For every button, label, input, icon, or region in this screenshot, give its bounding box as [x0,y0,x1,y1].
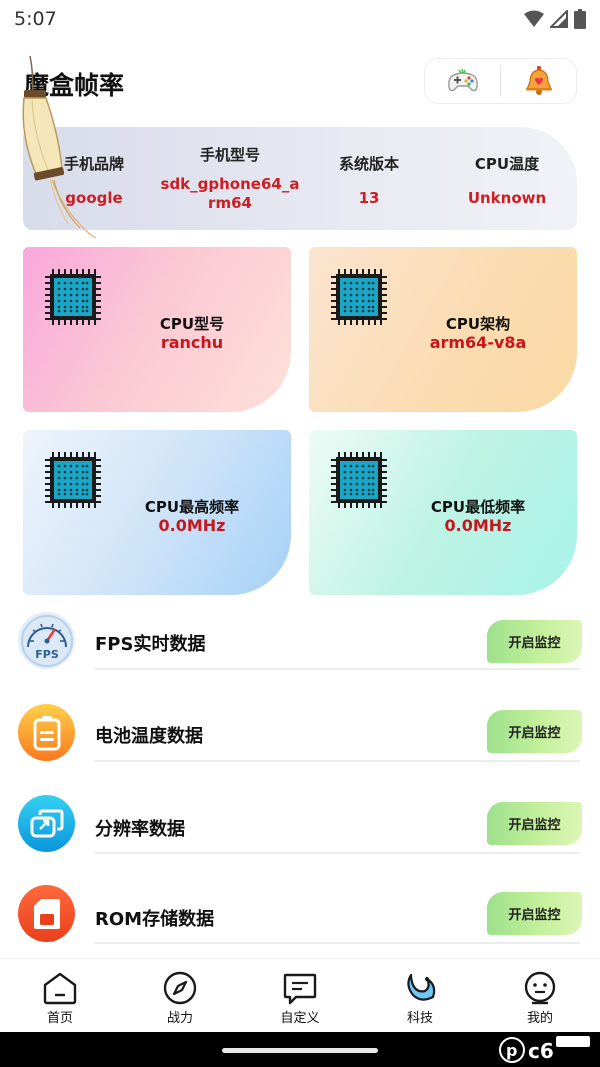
svg-text:p: p [506,1041,517,1060]
lantern-decoration [22,56,97,239]
os-version-info: 系统版本 13 [323,127,415,208]
resolution-title: 分辨率数据 [95,819,185,840]
cpu-min-freq-label: CPU最低频率 [430,498,526,516]
gamepad-icon [447,68,478,92]
header-actions [424,58,577,104]
nav-label-tech: 科技 [406,1011,433,1026]
row-divider [95,852,580,854]
battery-icon [18,704,75,761]
cpu-arch-label: CPU架构 [445,315,511,333]
profile-icon [524,971,556,1005]
home-icon [43,972,77,1005]
cpu-max-freq-label: CPU最高频率 [144,498,240,516]
compass-icon [163,971,197,1005]
cpu-arch-value: arm64-v8a [429,333,527,352]
rom-title: ROM存储数据 [95,909,215,930]
fps-gauge-icon: FPS [18,612,75,669]
gamepad-button[interactable] [425,59,500,103]
row-divider [95,668,580,670]
row-divider [95,942,580,944]
nav-label-home: 首页 [46,1011,73,1026]
battery-title: 电池温度数据 [95,726,203,747]
svg-text:c6: c6 [528,1039,554,1063]
monitor-row-fps: FPS FPS实时数据 开启监控 [0,596,600,686]
model-info: 手机型号 sdk_gphone64_arm64 [159,127,301,213]
nav-item-mine[interactable]: 我的 [480,959,600,1032]
wifi-icon [524,10,544,27]
cpu-model-card: CPU型号 ranchu [23,247,291,412]
monitor-row-battery: 电池温度数据 开启监控 [0,686,600,776]
bell-icon [525,66,552,95]
cpu-model-label: CPU型号 [159,315,225,333]
rom-monitor-button[interactable]: 开启监控 [487,892,582,935]
cpu-temp-value: Unknown [467,189,547,207]
model-value: sdk_gphone64_arm64 [160,175,300,212]
resolution-icon [18,795,75,852]
moon-icon [407,973,436,1001]
system-gesture-area: p c6 [0,1032,600,1067]
nav-label-power: 战力 [166,1011,193,1026]
status-time: 5:07 [14,8,57,30]
status-bar: 5:07 [0,0,600,36]
bottom-navigation: 首页 战力 自定义 科技 我的 [0,958,600,1032]
site-watermark-logo: p c6 [499,1036,590,1063]
svg-text:FPS: FPS [35,648,59,661]
resolution-monitor-button[interactable]: 开启监控 [487,802,582,845]
nav-item-home[interactable]: 首页 [0,959,120,1032]
cpu-min-freq-card: CPU最低频率 0.0MHz [309,430,577,595]
cpu-temp-label: CPU温度 [474,155,540,173]
nav-label-mine: 我的 [526,1011,553,1026]
nav-item-tech[interactable]: 科技 [360,959,480,1032]
battery-monitor-button[interactable]: 开启监控 [487,710,582,753]
monitor-row-resolution: 分辨率数据 开启监控 [0,778,600,868]
signal-icon [550,10,568,28]
row-divider [95,760,580,762]
sd-card-icon [18,885,75,942]
cpu-arch-card: CPU架构 arm64-v8a [309,247,577,412]
monitor-row-rom: ROM存储数据 开启监控 [0,868,600,958]
notification-button[interactable] [501,59,576,103]
fps-monitor-button[interactable]: 开启监控 [487,620,582,663]
message-icon [283,973,317,1005]
nav-label-custom: 自定义 [280,1011,320,1026]
cpu-min-freq-value: 0.0MHz [444,516,512,535]
cpu-max-freq-card: CPU最高频率 0.0MHz [23,430,291,595]
os-version-label: 系统版本 [338,155,399,173]
os-version-value: 13 [358,189,380,207]
cpu-temp-info: CPU温度 Unknown [451,127,563,208]
status-icons [524,9,586,29]
nav-item-power[interactable]: 战力 [120,959,240,1032]
nav-item-custom[interactable]: 自定义 [240,959,360,1032]
cpu-max-freq-value: 0.0MHz [158,516,226,535]
fps-title: FPS实时数据 [95,634,206,655]
battery-status-icon [574,9,586,29]
cpu-model-value: ranchu [160,333,224,352]
home-gesture-handle[interactable] [222,1048,378,1053]
model-label: 手机型号 [199,146,260,164]
